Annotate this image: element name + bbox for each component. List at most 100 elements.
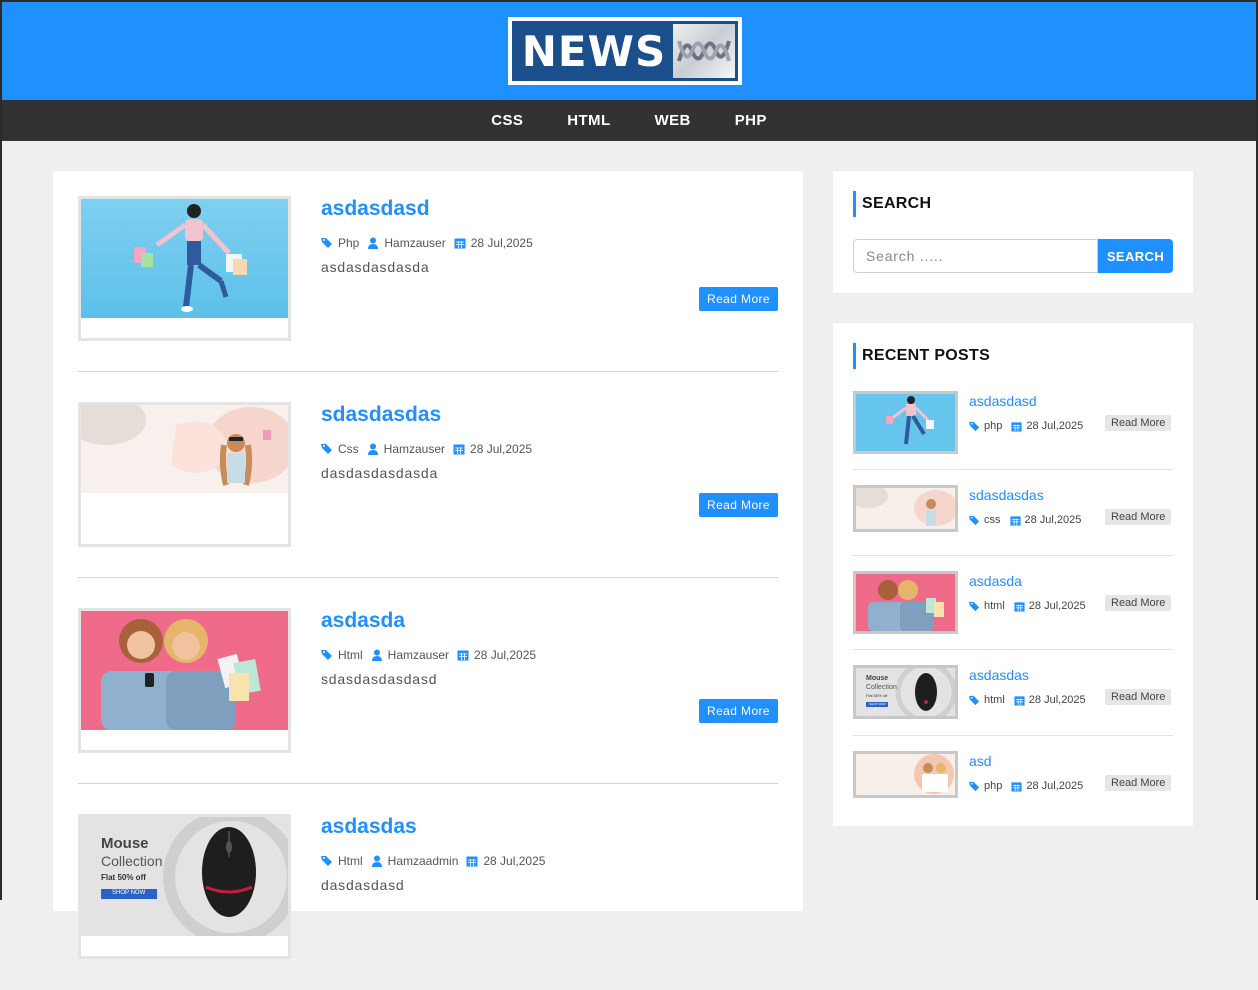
user-icon — [371, 855, 382, 867]
tags-icon — [321, 856, 332, 866]
post-excerpt: asdasdasdasda — [321, 259, 430, 275]
tags-icon — [969, 601, 980, 611]
calendar-icon — [1009, 515, 1021, 526]
divider — [853, 555, 1173, 556]
divider — [78, 371, 778, 372]
divider — [853, 735, 1173, 736]
recent-post-category: html — [984, 694, 1005, 706]
tags-icon — [969, 695, 980, 705]
search-button[interactable]: SEARCH — [1098, 239, 1173, 273]
recent-post-title[interactable]: sdasdasdas — [969, 487, 1044, 503]
recent-post-thumbnail[interactable] — [853, 485, 958, 532]
search-form: SEARCH — [853, 239, 1173, 273]
logo-text: NEWS — [515, 24, 673, 78]
recent-post-item: asd php 28 Jul,2025 Read More — [853, 751, 1173, 801]
user-icon — [368, 237, 379, 249]
search-widget: SEARCH SEARCH — [833, 171, 1193, 293]
post-item: Mouse Collection Flat 50% off SHOP NOW a… — [78, 814, 778, 990]
recent-post-category: css — [984, 514, 1001, 526]
banner-heading: Mouse — [866, 675, 889, 682]
recent-posts-widget: RECENT POSTS asdasdasd php 28 Jul,2025 R… — [833, 323, 1193, 826]
recent-post-meta: php 28 Jul,2025 — [969, 780, 1083, 792]
recent-post-title[interactable]: asdasda — [969, 573, 1022, 589]
read-more-button[interactable]: Read More — [699, 699, 778, 723]
post-thumbnail[interactable]: Mouse Collection Flat 50% off SHOP NOW — [78, 814, 291, 959]
recent-post-thumbnail[interactable] — [853, 751, 958, 798]
recent-post-title[interactable]: asdasdasd — [969, 393, 1037, 409]
tags-icon — [321, 444, 332, 454]
recent-post-item: asdasda html 28 Jul,2025 Read More — [853, 571, 1173, 650]
recent-post-title[interactable]: asd — [969, 753, 992, 769]
post-date: 28 Jul,2025 — [470, 442, 533, 456]
post-title[interactable]: sdasdasdas — [321, 403, 441, 427]
calendar-icon — [1014, 695, 1025, 706]
post-thumbnail[interactable] — [78, 608, 291, 753]
post-date: 28 Jul,2025 — [470, 236, 533, 250]
recent-post-date: 28 Jul,2025 — [1026, 420, 1084, 432]
read-more-button[interactable]: Read More — [699, 287, 778, 311]
tags-icon — [321, 650, 332, 660]
recent-post-meta: html 28 Jul,2025 — [969, 600, 1086, 612]
post-date: 28 Jul,2025 — [483, 854, 546, 868]
user-icon — [367, 443, 378, 455]
recent-post-thumbnail[interactable] — [853, 391, 958, 454]
post-item: asdasdasd Php Hamzauser 28 Jul,2025 asda… — [78, 196, 778, 372]
post-author: Hamzauser — [383, 442, 446, 456]
recent-post-date: 28 Jul,2025 — [1026, 780, 1084, 792]
read-more-button[interactable]: Read More — [1105, 595, 1172, 611]
nav-item-php[interactable]: PHP — [735, 112, 767, 129]
nav-item-html[interactable]: HTML — [567, 112, 610, 129]
read-more-button[interactable]: Read More — [1105, 415, 1172, 431]
post-meta: Html Hamzauser 28 Jul,2025 — [321, 648, 536, 662]
recent-post-item: sdasdasdas css 28 Jul,2025 Read More — [853, 485, 1173, 563]
recent-post-item: asdasdasd php 28 Jul,2025 Read More — [853, 391, 1173, 470]
read-more-button[interactable]: Read More — [699, 493, 778, 517]
recent-post-thumbnail[interactable]: Mouse Collection Flat 50% off SHOP NOW — [853, 665, 958, 719]
banner-offer: Flat 50% off — [101, 873, 146, 882]
post-item: sdasdasdas Css Hamzauser 28 Jul,2025 das… — [78, 402, 778, 578]
post-title[interactable]: asdasdasd — [321, 197, 430, 221]
site-logo[interactable]: NEWS — [508, 17, 742, 85]
calendar-icon — [454, 238, 466, 249]
post-item: asdasda Html Hamzauser 28 Jul,2025 sdasd… — [78, 608, 778, 784]
post-thumbnail[interactable] — [78, 402, 291, 547]
post-author: Hamzaadmin — [387, 854, 459, 868]
post-meta: Css Hamzauser 28 Jul,2025 — [321, 442, 532, 456]
divider — [853, 469, 1173, 470]
post-author: Hamzauser — [387, 648, 450, 662]
calendar-icon — [457, 650, 469, 661]
widget-title: RECENT POSTS — [853, 343, 990, 369]
search-input[interactable] — [853, 239, 1098, 273]
read-more-button[interactable]: Read More — [1105, 509, 1172, 525]
banner-heading: Mouse — [101, 835, 149, 852]
nav-item-css[interactable]: CSS — [491, 112, 523, 129]
recent-post-date: 28 Jul,2025 — [1028, 600, 1086, 612]
calendar-icon — [1011, 421, 1022, 432]
post-title[interactable]: asdasdas — [321, 815, 417, 839]
recent-post-date: 28 Jul,2025 — [1028, 694, 1086, 706]
post-list: asdasdasd Php Hamzauser 28 Jul,2025 asda… — [53, 171, 803, 959]
main-nav: CSS HTML WEB PHP — [2, 100, 1256, 141]
divider — [78, 577, 778, 578]
read-more-button[interactable]: Read More — [1105, 775, 1172, 791]
recent-post-title[interactable]: asdasdas — [969, 667, 1029, 683]
nav-item-web[interactable]: WEB — [655, 112, 691, 129]
recent-post-thumbnail[interactable] — [853, 571, 958, 634]
widget-title: SEARCH — [853, 191, 931, 217]
user-icon — [371, 649, 382, 661]
calendar-icon — [466, 856, 478, 867]
post-thumbnail[interactable] — [78, 196, 291, 341]
recent-post-meta: css 28 Jul,2025 — [969, 514, 1081, 526]
post-category: Php — [338, 236, 360, 250]
divider — [78, 783, 778, 784]
recent-post-date: 28 Jul,2025 — [1024, 514, 1082, 526]
tags-icon — [969, 781, 980, 791]
banner-offer: Flat 50% off — [866, 693, 888, 698]
post-excerpt: dasdasdasd — [321, 877, 405, 893]
recent-post-item: Mouse Collection Flat 50% off SHOP NOW a… — [853, 665, 1173, 743]
post-title[interactable]: asdasda — [321, 609, 405, 633]
banner-subheading: Collection — [101, 853, 163, 869]
read-more-button[interactable]: Read More — [1105, 689, 1172, 705]
recent-post-category: php — [984, 780, 1003, 792]
post-excerpt: sdasdasdasdasd — [321, 671, 438, 687]
